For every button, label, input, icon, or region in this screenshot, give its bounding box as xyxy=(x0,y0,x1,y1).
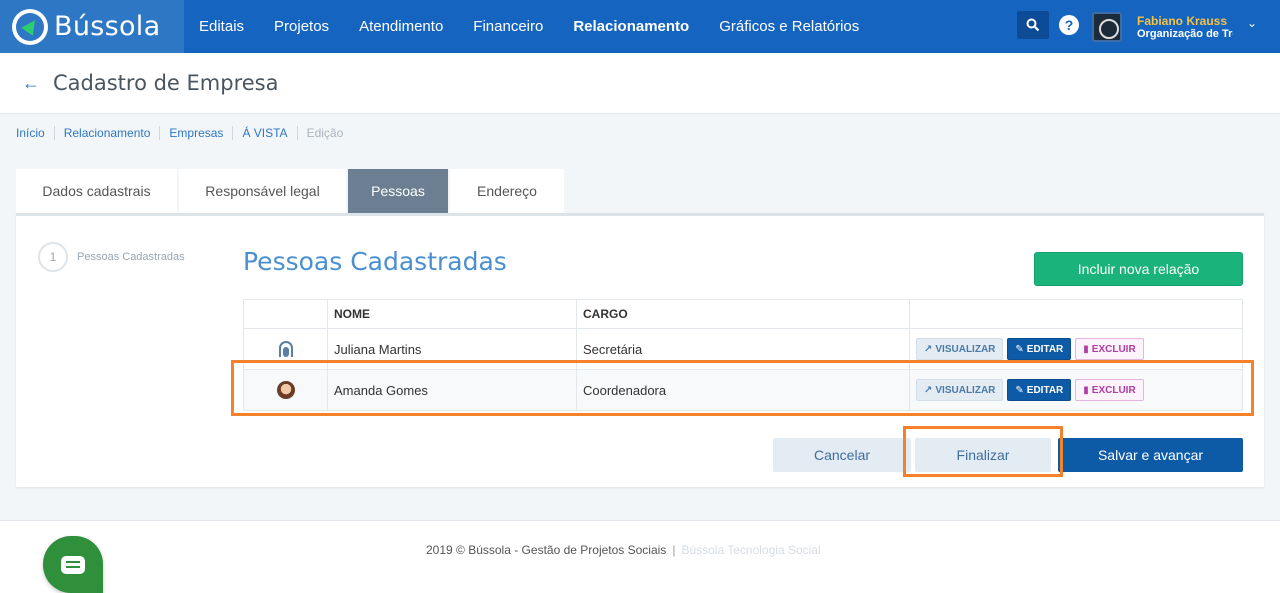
chevron-down-icon[interactable]: ⌄ xyxy=(1247,16,1257,30)
nav-item-relacionamento[interactable]: Relacionamento xyxy=(573,18,689,35)
nav-item-projetos[interactable]: Projetos xyxy=(274,18,329,35)
edit-label: EDITAR xyxy=(1026,343,1064,355)
highlight-row-frame xyxy=(231,360,1254,416)
headset-avatar-icon xyxy=(278,341,293,358)
search-button[interactable] xyxy=(1017,11,1049,39)
breadcrumb-a-vista[interactable]: Á VISTA xyxy=(242,126,298,140)
add-relation-button[interactable]: Incluir nova relação xyxy=(1034,252,1243,286)
tab-pessoas[interactable]: Pessoas xyxy=(348,169,448,213)
nav-item-graficos[interactable]: Gráficos e Relatórios xyxy=(719,18,859,35)
view-button[interactable]: ↗ VISUALIZAR xyxy=(916,338,1004,360)
page-header: ← Cadastro de Empresa xyxy=(0,53,1280,114)
footer-link[interactable]: Bússola Tecnologia Social xyxy=(681,543,820,557)
delete-button[interactable]: ▮ EXCLUIR xyxy=(1075,338,1144,360)
table-header-avatar xyxy=(243,299,328,329)
page-title: Cadastro de Empresa xyxy=(53,71,279,95)
logo-text: Bússola xyxy=(54,11,161,42)
page-footer: 2019 © Bússola - Gestão de Projetos Soci… xyxy=(0,520,1280,593)
user-name[interactable]: Fabiano Krauss xyxy=(1137,14,1227,28)
breadcrumb-edicao: Edição xyxy=(306,126,344,140)
edit-button[interactable]: ✎ EDITAR xyxy=(1007,338,1072,360)
view-label: VISUALIZAR xyxy=(935,343,996,355)
breadcrumb-relacionamento[interactable]: Relacionamento xyxy=(64,126,161,140)
cancel-button[interactable]: Cancelar xyxy=(773,438,911,472)
top-navbar: Bússola Editais Projetos Atendimento Fin… xyxy=(0,0,1280,53)
step-label[interactable]: Pessoas Cadastradas xyxy=(77,251,185,263)
pessoas-card: 1 Pessoas Cadastradas Pessoas Cadastrada… xyxy=(16,213,1264,487)
footer-copyright: 2019 © Bússola - Gestão de Projetos Soci… xyxy=(426,543,667,557)
breadcrumb-inicio[interactable]: Início xyxy=(16,126,55,140)
chat-button[interactable] xyxy=(43,536,103,593)
edit-icon: ✎ xyxy=(1015,343,1024,355)
app-logo[interactable]: Bússola xyxy=(0,0,184,53)
save-and-next-button[interactable]: Salvar e avançar xyxy=(1058,438,1243,472)
section-title: Pessoas Cadastradas xyxy=(243,247,507,276)
tab-endereco[interactable]: Endereço xyxy=(450,169,564,213)
nav-item-financeiro[interactable]: Financeiro xyxy=(473,18,543,35)
table-header-nome: NOME xyxy=(327,299,577,329)
tab-dados-cadastrais[interactable]: Dados cadastrais xyxy=(16,169,177,213)
external-link-icon: ↗ xyxy=(924,343,933,355)
trash-icon: ▮ xyxy=(1083,343,1089,355)
delete-label: EXCLUIR xyxy=(1091,343,1136,355)
highlight-finish-frame xyxy=(903,426,1063,477)
tab-responsavel-legal[interactable]: Responsável legal xyxy=(179,169,346,213)
table-header-cargo: CARGO xyxy=(576,299,910,329)
step-number: 1 xyxy=(38,242,68,272)
table-header-actions xyxy=(909,299,1243,329)
compass-icon xyxy=(12,8,48,45)
user-organization[interactable]: Organização de Tre xyxy=(1137,28,1233,40)
breadcrumb-empresas[interactable]: Empresas xyxy=(169,126,234,140)
main-nav: Editais Projetos Atendimento Financeiro … xyxy=(199,0,889,53)
back-arrow-icon[interactable]: ← xyxy=(22,73,40,94)
footer-separator: | xyxy=(672,543,676,557)
help-icon[interactable]: ? xyxy=(1059,15,1079,35)
nav-item-atendimento[interactable]: Atendimento xyxy=(359,18,443,35)
form-tabs: Dados cadastrais Responsável legal Pesso… xyxy=(16,169,566,213)
chat-icon xyxy=(61,555,85,574)
user-avatar[interactable] xyxy=(1092,12,1122,42)
nav-item-editais[interactable]: Editais xyxy=(199,18,244,35)
search-icon xyxy=(1026,18,1040,32)
breadcrumb: Início Relacionamento Empresas Á VISTA E… xyxy=(16,126,361,140)
footer-text: 2019 © Bússola - Gestão de Projetos Soci… xyxy=(426,543,821,557)
